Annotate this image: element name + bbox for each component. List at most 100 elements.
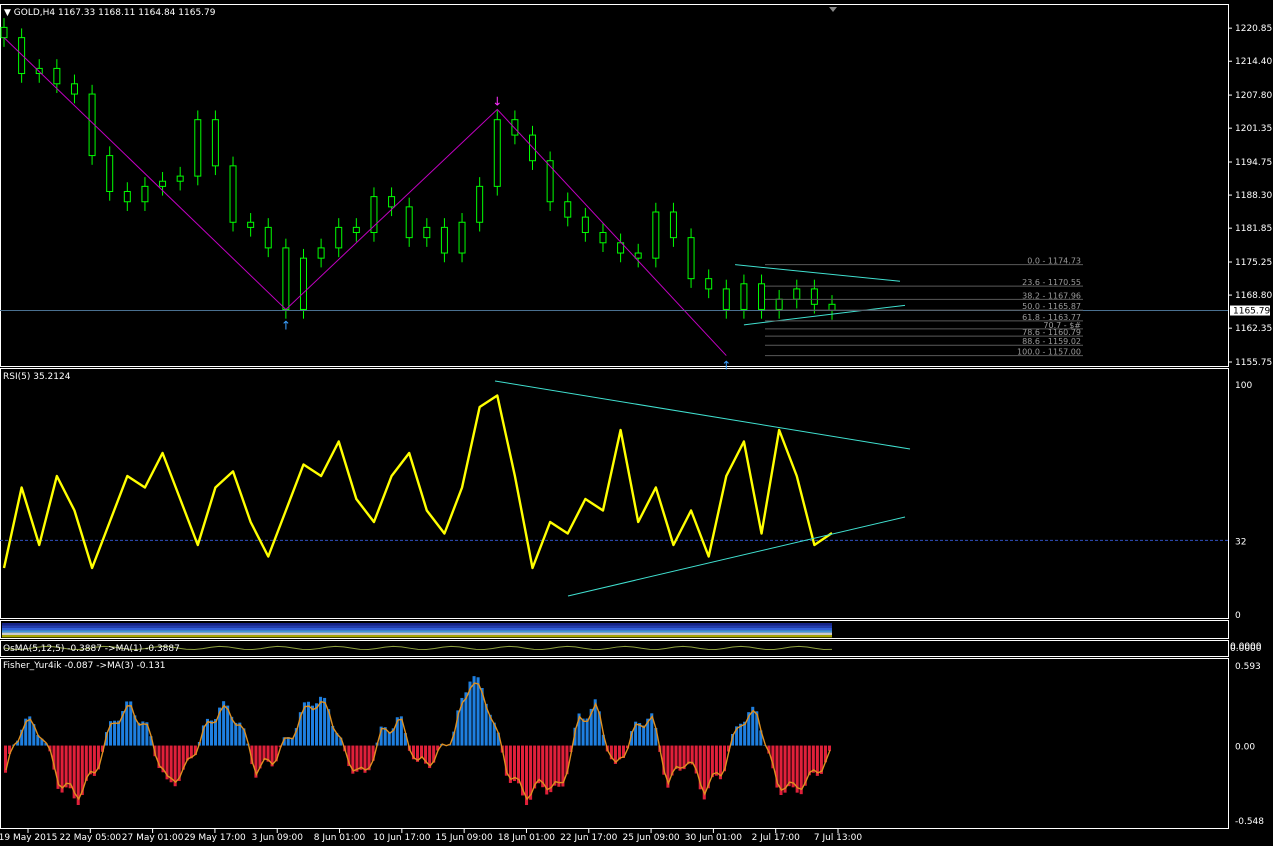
- candle-body: [564, 201, 572, 218]
- time-tick-label: 18 Jun 01:00: [498, 833, 555, 843]
- fib-level-label: 38.2 - 1167.96: [1022, 291, 1081, 300]
- candle-body: [758, 283, 766, 310]
- candle-body: [176, 175, 184, 182]
- trading-chart[interactable]: ↓ ↑ ↑ 0.0 - 1174.73 23.6 - 1170.55 38.2 - 11…: [0, 0, 1273, 846]
- fisher-bar: [64, 745, 68, 788]
- band-stripe: [2, 627, 832, 631]
- candle-body: [810, 288, 818, 305]
- axes: 1220.85 1214.40 1207.80 1201.35 1194.75 1188.…: [0, 24, 1272, 843]
- fisher-bar: [214, 719, 218, 746]
- fisher-bar: [472, 676, 476, 746]
- fisher-bar: [141, 721, 145, 746]
- price-tick-label: 1155.75: [1235, 358, 1272, 368]
- fisher-title: Fisher_Yur4ik -0.087 ->MA(3) -0.131: [3, 661, 166, 671]
- price-tick-label: 1214.40: [1235, 57, 1272, 67]
- osma-title: OsMA(5,12,5) -0.3887 ->MA(1) -0.3887: [3, 644, 180, 654]
- price-tick-label: 1181.85: [1235, 224, 1272, 234]
- candle-body: [123, 190, 131, 203]
- band-stripe: [2, 623, 832, 626]
- trendline-upper[interactable]: [735, 264, 901, 282]
- time-tick-label: 8 Jun 01:00: [314, 833, 366, 843]
- candle-body: [229, 165, 237, 223]
- fisher-bar: [549, 745, 553, 793]
- fisher-bar: [355, 745, 359, 772]
- fisher-bar: [533, 745, 537, 789]
- candle-body: [405, 206, 413, 239]
- fisher-bar: [306, 701, 310, 746]
- time-tick-label: 27 May 01:00: [122, 833, 184, 843]
- price-tick-label: 1194.75: [1235, 158, 1272, 168]
- candle-body: [370, 196, 378, 234]
- candle-body: [317, 247, 325, 259]
- fisher-bar: [262, 745, 266, 761]
- fisher-bar: [553, 745, 557, 786]
- fib-level-label: 78.6 - 1160.79: [1022, 328, 1081, 337]
- candle-body: [159, 180, 167, 187]
- fisher-bar: [113, 720, 117, 746]
- arrow-down-icon: ↓: [492, 94, 502, 108]
- candle-body: [828, 303, 836, 312]
- fisher-bar: [315, 703, 319, 746]
- fisher-bar: [310, 705, 315, 746]
- price-tick-label: 1207.80: [1235, 91, 1272, 101]
- candle-body: [458, 221, 466, 254]
- trendline-lower[interactable]: [743, 304, 906, 326]
- main-title: ▼ GOLD,H4 1167.33 1168.11 1164.84 1165.7…: [4, 8, 215, 18]
- rsi-series: [0, 380, 1228, 597]
- rsi-line: [2, 394, 833, 570]
- time-tick-label: 2 Jul 17:00: [752, 833, 801, 843]
- time-tick-label: 10 Jun 17:00: [373, 833, 430, 843]
- rsi-panel[interactable]: [0, 368, 1229, 619]
- price-tick-label: 1175.25: [1235, 258, 1272, 268]
- candle-body: [476, 185, 484, 223]
- rsi-trendline-lower[interactable]: [567, 516, 906, 597]
- time-tick-label: 30 Jun 01:00: [685, 833, 742, 843]
- candle-body: [775, 298, 783, 310]
- fib-level-label: 88.6 - 1159.02: [1022, 337, 1081, 346]
- fisher-bar: [791, 745, 795, 788]
- price-tick-label: 1162.35: [1235, 324, 1272, 334]
- dropdown-icon[interactable]: ▼: [4, 8, 11, 18]
- fisher-panel[interactable]: [0, 658, 1229, 829]
- price-tick-label: 1188.30: [1235, 191, 1272, 201]
- symbol-label: GOLD,H4: [13, 8, 56, 18]
- arrow-up-icon: ↑: [281, 318, 291, 332]
- candle-body: [0, 26, 8, 39]
- fisher-bar: [674, 745, 678, 769]
- candle-body: [423, 226, 431, 239]
- rsi-trendline-upper[interactable]: [494, 380, 911, 450]
- chart-shift-icon[interactable]: [829, 7, 837, 12]
- fisher-bar: [512, 745, 516, 782]
- fisher-bar: [585, 718, 589, 746]
- osma-panel[interactable]: [0, 640, 1229, 657]
- fisher-bar: [557, 745, 561, 787]
- fisher-bar: [234, 722, 238, 746]
- time-tick-label: 7 Jul 13:00: [814, 833, 863, 843]
- candle-body: [652, 211, 660, 259]
- candle-body: [581, 216, 589, 234]
- candle-body: [493, 119, 501, 187]
- time-tick-label: 19 May 2015: [0, 833, 57, 843]
- osma-tick-label: 0.0000: [1230, 644, 1262, 654]
- time-tick-label: 15 Jun 09:00: [436, 833, 493, 843]
- current-price-label: 1165.79: [1233, 307, 1270, 317]
- time-tick-label: 29 May 17:00: [184, 833, 246, 843]
- fisher-bar: [60, 745, 64, 793]
- fibonacci-levels: 0.0 - 1174.73 23.6 - 1170.55 38.2 - 1167.9…: [765, 257, 1083, 357]
- fisher-bar: [581, 718, 585, 746]
- rsi-tick-label: 100: [1235, 381, 1252, 391]
- time-tick-label: 22 May 05:00: [59, 833, 121, 843]
- rsi-title: RSI(5) 35.2124: [3, 372, 71, 382]
- fisher-bar: [420, 745, 424, 759]
- candle-body: [722, 288, 730, 310]
- candle-body: [70, 83, 78, 95]
- candle-body: [705, 278, 713, 290]
- fisher-series: [4, 676, 831, 806]
- time-tick-label: 22 Jun 17:00: [560, 833, 617, 843]
- band-stripe: [2, 625, 832, 628]
- candle-body: [106, 155, 114, 192]
- fib-level-label: 50.0 - 1165.87: [1022, 302, 1081, 311]
- fisher-bar: [387, 731, 391, 746]
- fisher-tick-label: -0.548: [1235, 817, 1264, 827]
- fib-level-label: 100.0 - 1157.00: [1017, 348, 1081, 357]
